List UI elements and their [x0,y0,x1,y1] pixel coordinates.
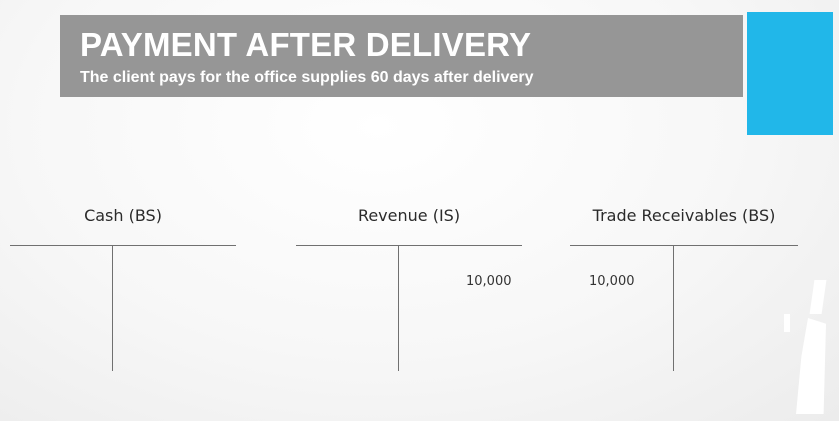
video-artifact [784,314,790,332]
t-account-center-line [398,246,399,371]
video-artifact [796,318,826,414]
title-banner: PAYMENT AFTER DELIVERY The client pays f… [60,15,743,97]
t-account-center-line [112,246,113,371]
t-account-credit-value: 10,000 [466,274,512,289]
t-account-revenue: Revenue (IS) 10,000 [296,205,522,375]
t-account-debit-value: 10,000 [589,274,635,289]
t-account-top-line [10,245,236,246]
t-account-top-line [296,245,522,246]
t-account-trade-receivables: Trade Receivables (BS) 10,000 [570,205,798,375]
t-account-top-line [570,245,798,246]
t-account-cash: Cash (BS) [10,205,236,375]
accent-square [747,12,833,135]
t-account-label: Trade Receivables (BS) [592,206,776,225]
t-account-label: Revenue (IS) [357,206,461,225]
video-artifact [809,280,827,314]
slide-title: PAYMENT AFTER DELIVERY [80,26,532,63]
t-account-label: Cash (BS) [84,206,162,225]
t-account-center-line [673,246,674,371]
slide-subtitle: The client pays for the office supplies … [80,69,534,86]
